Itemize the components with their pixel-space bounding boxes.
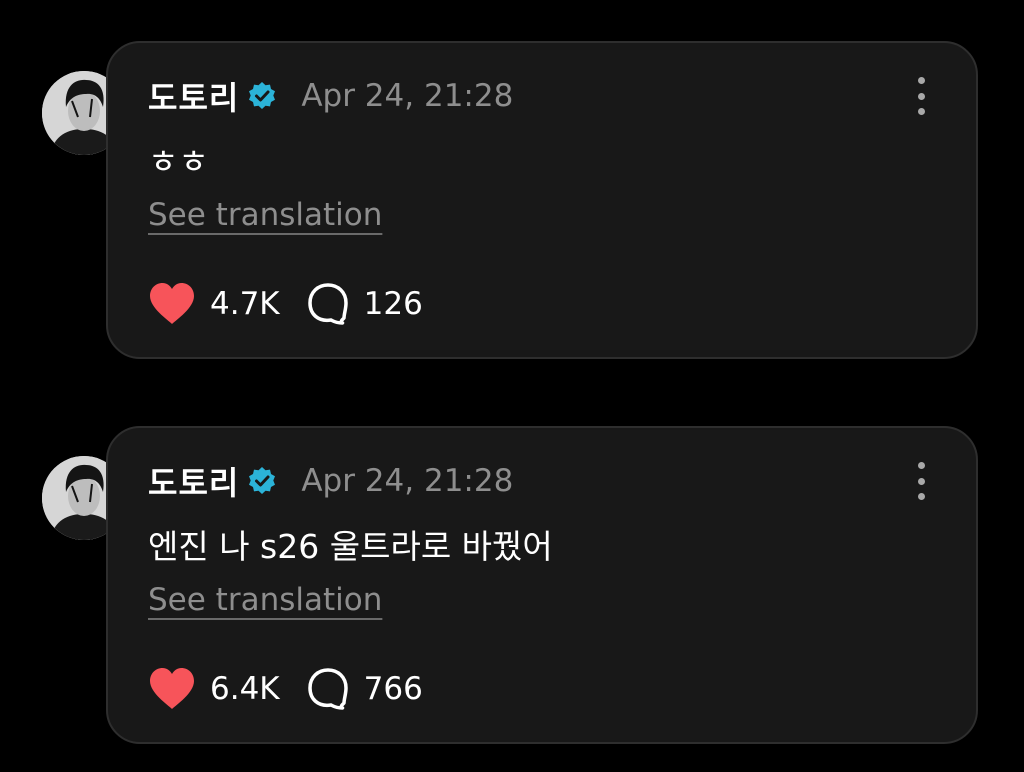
reply-count: 766 xyxy=(363,671,423,707)
more-dot xyxy=(917,92,925,100)
more-dot xyxy=(917,462,925,469)
post-text: 엔진 나 s26 울트라로 바꿨어 xyxy=(148,527,553,566)
post-timestamp: Apr 24, 21:28 xyxy=(301,78,514,114)
heart-icon xyxy=(150,283,194,324)
speech-bubble-icon xyxy=(307,283,348,325)
post-actions: 6.4K 766 xyxy=(148,664,423,714)
like-button[interactable]: 6.4K xyxy=(148,667,280,711)
see-translation-link[interactable]: See translation xyxy=(148,197,382,233)
heart-icon xyxy=(150,668,194,709)
post-card[interactable]: 도토리 Apr 24, 21:28 ㅎㅎ See translation 4.7… xyxy=(106,41,978,359)
more-dot xyxy=(917,493,925,500)
more-vertical-icon[interactable] xyxy=(914,462,928,500)
post-actions: 4.7K 126 xyxy=(148,279,423,329)
like-count: 4.7K xyxy=(210,286,280,322)
username[interactable]: 도토리 xyxy=(148,73,239,119)
post-timestamp: Apr 24, 21:28 xyxy=(301,463,514,499)
reply-button[interactable]: 766 xyxy=(306,667,423,711)
like-button[interactable]: 4.7K xyxy=(148,282,280,326)
see-translation-link[interactable]: See translation xyxy=(148,582,382,618)
post: 도토리 Apr 24, 21:28 ㅎㅎ See translation 4.7… xyxy=(0,41,1024,371)
username[interactable]: 도토리 xyxy=(148,458,239,504)
reply-button[interactable]: 126 xyxy=(306,282,423,326)
speech-bubble-icon xyxy=(307,668,348,710)
verified-badge-icon xyxy=(247,466,277,496)
reply-count: 126 xyxy=(363,286,423,322)
like-count: 6.4K xyxy=(210,671,280,707)
more-dot xyxy=(917,108,925,115)
post-header: 도토리 Apr 24, 21:28 xyxy=(148,73,513,119)
post-card[interactable]: 도토리 Apr 24, 21:28 엔진 나 s26 울트라로 바꿨어 See … xyxy=(106,426,978,744)
more-dot xyxy=(917,77,925,84)
more-vertical-icon[interactable] xyxy=(914,77,928,115)
verified-badge-icon xyxy=(247,81,277,111)
post-header: 도토리 Apr 24, 21:28 xyxy=(148,458,513,504)
post: 도토리 Apr 24, 21:28 엔진 나 s26 울트라로 바꿨어 See … xyxy=(0,426,1024,756)
post-text: ㅎㅎ xyxy=(148,142,209,181)
more-dot xyxy=(917,477,925,485)
